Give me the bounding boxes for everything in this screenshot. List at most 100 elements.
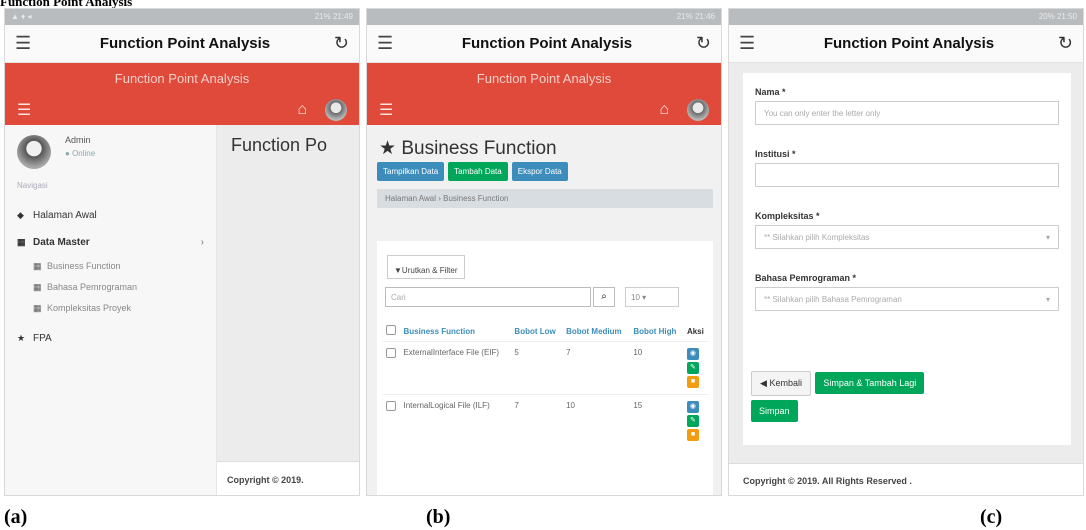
label-nama: Nama * <box>755 87 786 97</box>
delete-icon[interactable]: ■ <box>686 429 699 441</box>
app-title: Function Point Analysis <box>823 35 995 52</box>
header-business-function[interactable]: Business Function <box>400 321 511 342</box>
label-institusi: Institusi * <box>755 149 796 159</box>
cell-name: ExternalInterface File (EIF) <box>400 341 512 395</box>
main-content: Nama * You can only enter the letter onl… <box>729 63 1083 495</box>
figure: Function Point Analysis ▲ ♦ ◂ 21% 21:49 ☰… <box>0 0 1086 530</box>
table-row: ExternalInterface File (EIF) 5 7 10 ◉ ✎ ■ <box>383 341 709 395</box>
avatar[interactable] <box>687 99 709 121</box>
page-title: ★ Business Function <box>379 138 557 159</box>
show-data-button[interactable]: Tampilkan Data <box>377 162 445 181</box>
edit-icon[interactable]: ✎ <box>686 362 699 374</box>
export-data-button[interactable]: Ekspor Data <box>511 162 568 181</box>
user-status: ● Online <box>65 149 96 158</box>
header-aksi: Aksi <box>686 326 704 336</box>
institusi-input[interactable] <box>755 163 1059 187</box>
menu-icon[interactable]: ☰ <box>377 33 407 54</box>
refresh-icon[interactable]: ↻ <box>687 33 711 54</box>
nav-label: Navigasi <box>17 181 48 190</box>
caption-c: (c) <box>980 506 1003 528</box>
phone-c: 20% 21:50 ☰ Function Point Analysis ↻ Na… <box>728 8 1084 496</box>
page-size-select[interactable]: 10 ▾ <box>625 287 679 307</box>
chevron-down-icon: ▾ <box>1045 295 1050 304</box>
page-heading: Function Po <box>231 135 328 155</box>
sidebar-subitem-kompleksitas[interactable]: ▦ Kompleksitas Proyek <box>5 298 216 319</box>
status-bar: 20% 21:50 <box>729 9 1083 25</box>
label-kompleksitas: Kompleksitas * <box>755 211 820 221</box>
table-panel: ▼Urutkan & Filter Cari ⌕ 10 ▾ Business F… <box>377 241 713 495</box>
user-panel: Admin ● Online <box>5 125 216 179</box>
row-checkbox[interactable] <box>386 401 396 411</box>
sidebar-item-data-master[interactable]: ▦ Data Master › <box>5 229 216 256</box>
grid-icon: ▦ <box>33 261 42 271</box>
label-bahasa: Bahasa Pemrograman * <box>755 273 857 283</box>
top-nav: ☰ ⌂ <box>367 95 721 125</box>
cell-high: 10 <box>630 341 684 395</box>
sort-filter-button[interactable]: ▼Urutkan & Filter <box>387 255 465 279</box>
form-actions: ◀ Kembali Simpan & Tambah Lagi Simpan <box>751 371 1051 426</box>
bell-icon[interactable]: ⌂ <box>297 101 307 119</box>
add-data-button[interactable]: Tambah Data <box>448 162 508 181</box>
kompleksitas-select[interactable]: ** Silahkan pilih Kompleksitas ▾ <box>755 225 1059 249</box>
select-all-checkbox[interactable] <box>386 325 396 335</box>
hamburger-icon[interactable]: ☰ <box>379 100 393 120</box>
user-avatar <box>17 135 51 169</box>
dashboard-icon: ◆ <box>17 210 24 220</box>
grid-icon: ▦ <box>33 282 42 292</box>
user-name: Admin <box>65 135 91 145</box>
chevron-down-icon: ▾ <box>1045 233 1050 242</box>
cell-high: 15 <box>630 394 684 447</box>
view-icon[interactable]: ◉ <box>686 348 699 360</box>
app-bar: ☰ Function Point Analysis ↻ <box>367 25 721 63</box>
cell-medium: 10 <box>563 394 631 447</box>
hamburger-icon[interactable]: ☰ <box>17 100 31 120</box>
sidebar: Admin ● Online Navigasi ◆ Halaman Awal ▦ D… <box>5 125 217 495</box>
grid-icon: ▦ <box>33 303 42 313</box>
back-button[interactable]: ◀ Kembali <box>751 371 811 396</box>
sidebar-item-fpa[interactable]: ★ FPA <box>5 325 216 352</box>
view-icon[interactable]: ◉ <box>686 401 699 413</box>
footer: Copyright © 2019. <box>217 461 359 495</box>
bell-icon[interactable]: ⌂ <box>659 101 669 119</box>
breadcrumb: Halaman Awal › Business Function <box>377 189 713 208</box>
header-medium[interactable]: Bobot Medium <box>563 321 630 342</box>
star-icon: ★ <box>17 333 26 343</box>
caption-a: (a) <box>4 506 28 528</box>
refresh-icon[interactable]: ↻ <box>325 33 349 54</box>
delete-icon[interactable]: ■ <box>686 376 699 388</box>
header-high[interactable]: Bobot High <box>630 321 684 342</box>
app-title: Function Point Analysis <box>99 35 271 52</box>
save-and-add-button[interactable]: Simpan & Tambah Lagi <box>815 372 925 394</box>
sidebar-item-home[interactable]: ◆ Halaman Awal <box>5 202 216 229</box>
cell-medium: 7 <box>563 341 631 395</box>
avatar[interactable] <box>325 99 347 121</box>
bahasa-select[interactable]: ** Silahkan pilih Bahasa Pemrograman ▾ <box>755 287 1059 311</box>
cropped-title: Function Point Analysis <box>0 0 133 8</box>
cell-name: InternalLogical File (ILF) <box>400 394 512 447</box>
footer: Copyright © 2019. All Rights Reserved . <box>729 463 1083 495</box>
menu-icon[interactable]: ☰ <box>739 33 769 54</box>
status-bar: ▲ ♦ ◂ 21% 21:49 <box>5 9 359 25</box>
search-input[interactable]: Cari <box>385 287 591 307</box>
site-header: Function Point Analysis <box>5 63 359 95</box>
breadcrumb-home[interactable]: Halaman Awal <box>385 194 436 203</box>
sidebar-subitem-bahasa[interactable]: ▦ Bahasa Pemrograman <box>5 277 216 298</box>
nama-input[interactable]: You can only enter the letter only <box>755 101 1059 125</box>
edit-icon[interactable]: ✎ <box>686 415 699 427</box>
refresh-icon[interactable]: ↻ <box>1049 33 1073 54</box>
grid-icon: ▦ <box>17 237 26 247</box>
sidebar-subitem-business-function[interactable]: ▦ Business Function <box>5 256 216 277</box>
menu-icon[interactable]: ☰ <box>15 33 45 54</box>
save-button[interactable]: Simpan <box>751 400 798 422</box>
status-bar: 21% 21:46 <box>367 9 721 25</box>
cell-low: 7 <box>511 394 564 447</box>
header-low[interactable]: Bobot Low <box>511 321 563 342</box>
chevron-icon: › <box>200 237 204 248</box>
search-icon[interactable]: ⌕ <box>593 287 615 307</box>
back-icon: ◀ <box>760 378 767 388</box>
app-bar: ☰ Function Point Analysis ↻ <box>729 25 1083 63</box>
row-checkbox[interactable] <box>386 348 396 358</box>
data-table: Business Function Bobot Low Bobot Medium… <box>383 321 709 447</box>
breadcrumb-current: Business Function <box>443 194 509 203</box>
caption-b: (b) <box>426 506 451 528</box>
